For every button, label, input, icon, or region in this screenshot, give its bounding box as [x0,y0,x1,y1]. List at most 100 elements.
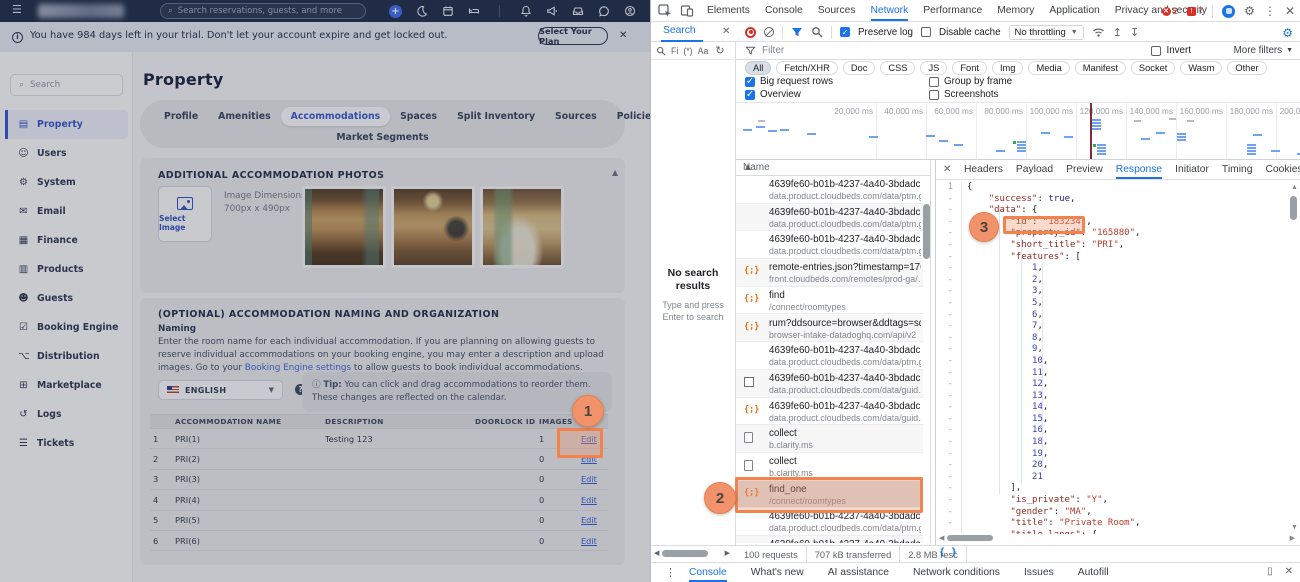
screenshots-checkbox[interactable] [929,90,939,100]
request-row[interactable]: {;}find/connect/roomtypes [736,287,923,315]
issues-badge[interactable]: !7 [1187,6,1203,17]
tab-sources[interactable]: Sources [545,107,607,126]
edit-link[interactable]: Edit [578,515,608,525]
tab-market-segments[interactable]: Market Segments [326,128,438,147]
request-row[interactable]: 4639fe60-b01b-4237-4a40-3bdadcbdef…data.… [736,204,923,232]
request-row[interactable]: 4639fe60-b01b-4237-4a40-3bdadcbdef…data.… [736,370,923,398]
tab-split-inventory[interactable]: Split Inventory [447,107,545,126]
filter-chip-all[interactable]: All [745,61,771,75]
refresh-search-icon[interactable]: ↻ [715,44,724,57]
accommodation-photo-1[interactable] [302,186,386,268]
request-row[interactable]: {;}rum?ddsource=browser&ddtags=sdk_v…bro… [736,315,923,343]
bed-icon[interactable] [467,5,480,18]
response-horizontal-scrollbar[interactable]: ◀▶ [936,534,1300,543]
devtools-tab-performance[interactable]: Performance [923,1,982,21]
moon-icon[interactable] [415,5,428,18]
sidebar-item-email[interactable]: ✉Email [5,197,128,226]
sidebar-item-tickets[interactable]: ☰Tickets [5,429,128,458]
sidebar-item-users[interactable]: ☺Users [5,139,128,168]
request-row[interactable]: 4639fe60-b01b-4237-4a40-3bdadcbdef…data.… [736,342,923,370]
search-panel-close-icon[interactable]: ✕ [722,26,730,37]
devtools-tab-application[interactable]: Application [1049,1,1099,21]
request-row[interactable]: {;}4639fe60-b01b-4237-4a40-3bdadcbdef…da… [736,398,923,426]
clear-network-log-icon[interactable] [764,27,774,37]
filter-chip-css[interactable]: CSS [880,61,915,75]
edit-link[interactable]: Edit [578,495,608,505]
overview-checkbox[interactable]: ✓ [745,90,755,100]
request-row[interactable]: collectb.clarity.ms [736,425,923,453]
hamburger-menu-icon[interactable]: ☰ [12,3,22,16]
banner-close-icon[interactable]: ✕ [619,30,627,41]
drawer-tab-autofill[interactable]: Autofill [1078,564,1109,582]
sidebar-item-distribution[interactable]: ⌥Distribution [5,342,128,371]
megaphone-icon[interactable] [545,5,558,18]
request-row[interactable]: 4639fe60-b01b-4237-4a40-3bdadcbdef [736,536,923,543]
regex-toggle[interactable]: (*) [683,46,692,56]
edit-link[interactable]: Edit [578,474,608,484]
language-select[interactable]: ENGLISH ▼ [158,380,283,400]
edit-link[interactable]: Edit [578,536,608,546]
search-panel-tab[interactable]: Search [663,25,696,36]
group-by-frame-checkbox[interactable] [929,77,939,87]
format-json-icon[interactable]: { } [939,547,957,558]
accommodation-photo-3[interactable] [480,186,564,268]
drawer-menu-icon[interactable]: ⋮ [665,566,676,579]
filter-chip-fetch-xhr[interactable]: Fetch/XHR [776,61,837,75]
request-row[interactable]: 4639fe60-b01b-4237-4a40-3bdadcbdef…data.… [736,231,923,259]
console-errors-badge[interactable]: ✕2 [1162,6,1178,17]
bell-icon[interactable] [519,5,532,18]
drawer-close-icon[interactable]: ✕ [1285,566,1293,577]
search-panel-input[interactable]: Fi [671,46,678,56]
match-case-toggle[interactable]: Aa [698,46,709,56]
request-list-header[interactable]: Name ▲ [736,160,931,176]
help-icon[interactable] [623,5,636,18]
scroll-up-icon[interactable]: ▲ [743,162,753,173]
filter-chip-font[interactable]: Font [952,61,987,75]
inspect-element-icon[interactable] [658,4,672,18]
disable-cache-checkbox[interactable] [921,27,931,37]
invert-checkbox[interactable] [1151,46,1161,56]
tab-amenities[interactable]: Amenities [208,107,280,126]
detail-tab-response[interactable]: Response [1116,161,1162,179]
import-har-icon[interactable]: ↥ [1113,26,1122,39]
dock-panel-icon[interactable]: ▯ [1267,566,1273,577]
sidebar-item-marketplace[interactable]: ⊞Marketplace [5,371,128,400]
inbox-icon[interactable] [571,5,584,18]
collapse-section-icon[interactable]: ▲ [612,168,618,177]
device-toolbar-icon[interactable] [680,4,694,18]
big-request-rows-checkbox[interactable]: ✓ [745,77,755,87]
profile-icon[interactable] [1222,5,1235,18]
network-conditions-icon[interactable] [1092,26,1105,38]
chat-icon[interactable] [597,5,610,18]
devtools-tab-console[interactable]: Console [765,1,803,21]
response-vertical-scrollbar[interactable]: ▲▼ [1290,184,1298,534]
filter-chip-other[interactable]: Other [1227,61,1266,75]
filter-chip-media[interactable]: Media [1028,61,1069,75]
search-network-icon[interactable] [811,26,823,38]
detail-tab-timing[interactable]: Timing [1222,161,1253,179]
tab-accommodations[interactable]: Accommodations [281,107,390,126]
settings-gear-icon[interactable]: ⚙ [1244,4,1255,18]
sidebar-item-property[interactable]: ▤Property [5,110,128,139]
request-row[interactable]: {;}remote-entries.json?timestamp=176606…… [736,259,923,287]
export-har-icon[interactable]: ↧ [1130,26,1139,39]
sidebar-item-guests[interactable]: ☻Guests [5,284,128,313]
tab-profile[interactable]: Profile [154,107,208,126]
filter-chip-doc[interactable]: Doc [843,61,876,75]
devtools-tab-network[interactable]: Network [871,1,909,21]
accommodation-photo-2[interactable] [391,186,475,268]
detail-tab-payload[interactable]: Payload [1016,161,1053,179]
devtools-close-icon[interactable]: ✕ [1285,4,1295,18]
drawer-tab-console[interactable]: Console [689,564,727,582]
sidebar-item-logs[interactable]: ↺Logs [5,400,128,429]
plus-icon[interactable]: + [389,5,402,18]
global-search-input[interactable]: ⌕ Search reservations, guests, and more [160,3,366,19]
devtools-tab-elements[interactable]: Elements [707,1,750,21]
network-overview-timeline[interactable]: 20,000 ms40,000 ms60,000 ms80,000 ms100,… [736,102,1300,160]
sidebar-item-booking-engine[interactable]: ☑Booking Engine [5,313,128,342]
record-network-log-icon[interactable] [745,27,756,38]
tab-spaces[interactable]: Spaces [390,107,447,126]
filter-funnel-icon[interactable] [791,26,803,38]
request-row[interactable]: 4639fe60-b01b-4237-4a40-3bdadcbdef…data.… [736,176,923,204]
filter-chip-manifest[interactable]: Manifest [1075,61,1126,75]
